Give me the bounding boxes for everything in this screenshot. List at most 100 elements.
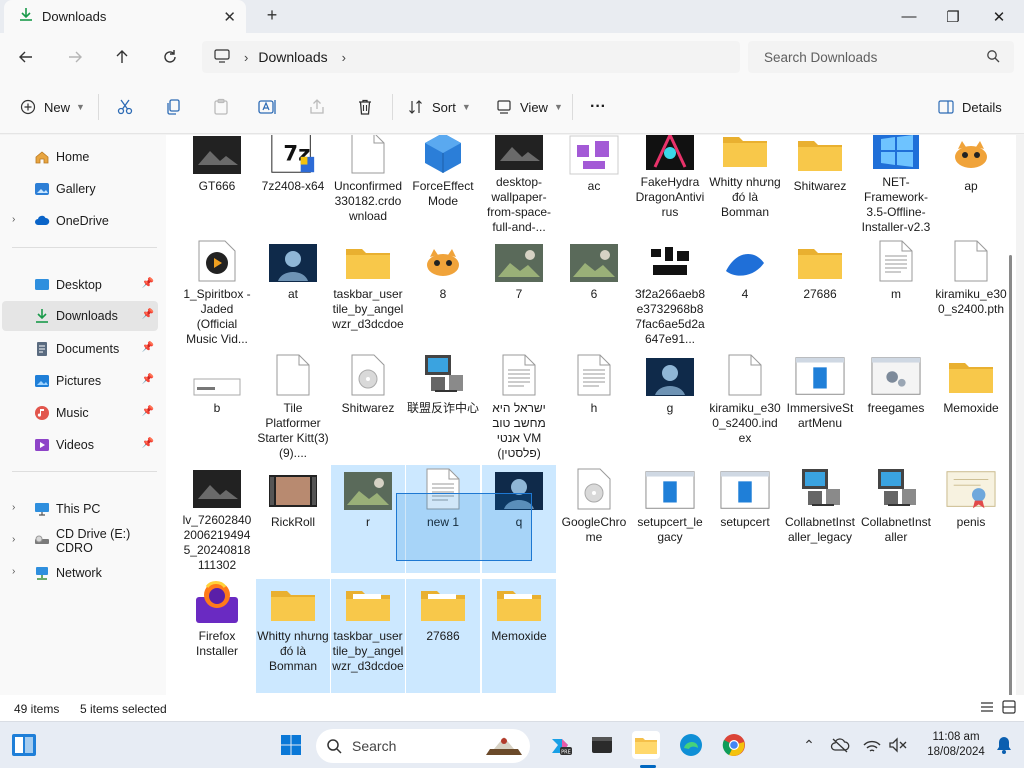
- file-item[interactable]: ישראל היא מחשב טוב אנטי VM (פלסטין): [482, 351, 556, 460]
- up-button[interactable]: [108, 43, 136, 71]
- tiles-view-toggle[interactable]: [1002, 700, 1016, 717]
- new-button[interactable]: New ▼: [20, 97, 85, 117]
- file-item[interactable]: CollabnetInstaller: [859, 465, 933, 573]
- system-clock[interactable]: 11:08 am 18/08/2024: [920, 730, 992, 760]
- chrome-button[interactable]: [720, 731, 748, 759]
- minimize-button[interactable]: —: [886, 0, 932, 33]
- file-item[interactable]: GT666: [180, 135, 254, 199]
- sidebar-item-cd-drive[interactable]: › CD Drive (E:) CDRO: [2, 526, 158, 556]
- file-item[interactable]: Memoxide: [934, 351, 1008, 459]
- chevron-right-icon[interactable]: ›: [12, 214, 15, 225]
- file-item[interactable]: ap: [934, 135, 1008, 199]
- rename-button[interactable]: [258, 97, 278, 117]
- pin-icon[interactable]: 📌: [142, 342, 154, 353]
- sidebar-item-documents[interactable]: Documents 📌: [2, 334, 158, 364]
- chevron-right-icon[interactable]: ›: [12, 534, 15, 545]
- file-item[interactable]: lv_7260284020062194945_20240818111302: [180, 465, 254, 573]
- file-item[interactable]: ac: [557, 135, 631, 199]
- copilot-button[interactable]: PRE: [546, 731, 574, 759]
- terminal-button[interactable]: [588, 731, 616, 759]
- sidebar-item-music[interactable]: Music 📌: [2, 398, 158, 428]
- share-button[interactable]: [308, 97, 326, 117]
- file-item[interactable]: Shitwarez: [331, 351, 405, 459]
- close-window-button[interactable]: ✕: [976, 0, 1022, 33]
- chevron-right-icon[interactable]: ›: [12, 566, 15, 577]
- file-item[interactable]: 4: [708, 237, 782, 347]
- file-item[interactable]: ForceEffect Mode: [406, 135, 480, 208]
- tab-close-button[interactable]: ✕: [223, 8, 236, 26]
- file-grid[interactable]: GT666 7z 7z2408-x64 Unconfirmed 330182.crdo…: [166, 135, 1016, 695]
- file-item[interactable]: NET-Framework-3.5-Offline-Installer-v2.3: [859, 135, 933, 234]
- sidebar-item-this-pc[interactable]: › This PC: [2, 494, 158, 524]
- file-item[interactable]: Whitty nhưng đó là Bomman: [708, 135, 782, 219]
- forward-button[interactable]: [61, 43, 89, 71]
- file-item[interactable]: penis: [934, 465, 1008, 573]
- file-item[interactable]: b: [180, 351, 254, 459]
- file-item[interactable]: desktop-wallpaper-from-space-full-and-..…: [482, 135, 556, 234]
- cut-button[interactable]: [116, 97, 134, 117]
- details-view-toggle[interactable]: [980, 700, 994, 717]
- more-options-button[interactable]: ···: [590, 97, 606, 117]
- address-bar[interactable]: › Downloads ›: [202, 41, 740, 73]
- file-item[interactable]: RickRoll: [256, 465, 330, 573]
- file-explorer-button[interactable]: [632, 731, 660, 759]
- sidebar-item-gallery[interactable]: Gallery: [2, 174, 158, 204]
- file-item[interactable]: 3f2a266aeb8e3732968b87fac6ae5d2a647e91..…: [633, 237, 707, 347]
- file-item[interactable]: kiramiku_e300_s2400.pth: [934, 237, 1008, 347]
- file-item-selected[interactable]: Whitty nhưng đó là Bomman: [256, 579, 330, 693]
- file-item[interactable]: Shitwarez: [783, 135, 857, 199]
- file-item[interactable]: at: [256, 237, 330, 347]
- sidebar-item-desktop[interactable]: Desktop 📌: [2, 270, 158, 300]
- file-item[interactable]: setupcert_legacy: [633, 465, 707, 573]
- file-item[interactable]: 1_Spiritbox - Jaded (Official Music Vid.…: [180, 237, 254, 347]
- file-item[interactable]: h: [557, 351, 631, 459]
- sidebar-item-downloads[interactable]: Downloads 📌: [2, 301, 158, 331]
- file-item[interactable]: 8: [406, 237, 480, 347]
- sidebar-item-pictures[interactable]: Pictures 📌: [2, 366, 158, 396]
- file-item[interactable]: 联盟反诈中心: [406, 351, 480, 459]
- file-item[interactable]: 6: [557, 237, 631, 347]
- sidebar-item-onedrive[interactable]: › OneDrive: [2, 206, 158, 236]
- pin-icon[interactable]: 📌: [142, 374, 154, 385]
- notifications-button[interactable]: [990, 731, 1018, 759]
- view-button[interactable]: View ▼: [496, 97, 563, 117]
- show-hidden-icons-button[interactable]: ⌃: [795, 731, 823, 759]
- file-item[interactable]: freegames: [859, 351, 933, 459]
- file-item[interactable]: 7z 7z2408-x64: [256, 135, 330, 199]
- details-button[interactable]: Details: [938, 97, 1002, 117]
- onedrive-tray-button[interactable]: [826, 731, 854, 759]
- file-item[interactable]: GoogleChrome: [557, 465, 631, 573]
- file-item[interactable]: g: [633, 351, 707, 459]
- sidebar-item-home[interactable]: Home: [2, 142, 158, 172]
- file-item-selected[interactable]: Memoxide: [482, 579, 556, 693]
- pin-icon[interactable]: 📌: [142, 309, 154, 320]
- file-item[interactable]: setupcert: [708, 465, 782, 573]
- start-button[interactable]: [277, 731, 305, 759]
- copy-button[interactable]: [164, 97, 182, 117]
- sidebar-item-videos[interactable]: Videos 📌: [2, 430, 158, 460]
- volume-tray-button[interactable]: [884, 731, 912, 759]
- taskbar-search-box[interactable]: Search: [316, 729, 530, 763]
- file-item[interactable]: CollabnetInstaller_legacy: [783, 465, 857, 573]
- vertical-scrollbar[interactable]: [1009, 255, 1012, 695]
- file-item[interactable]: Tile Platformer Starter Kitt(3)(9)....: [256, 351, 330, 460]
- file-item[interactable]: Unconfirmed 330182.crdownload: [331, 135, 405, 223]
- file-item[interactable]: 27686: [783, 237, 857, 347]
- chevron-right-icon[interactable]: ›: [342, 50, 346, 65]
- breadcrumb-downloads[interactable]: Downloads: [258, 49, 327, 65]
- file-item[interactable]: m: [859, 237, 933, 347]
- file-item-selected[interactable]: 27686: [406, 579, 480, 693]
- file-item-selected[interactable]: taskbar_usertile_by_angelwzr_d3dcdoe: [331, 579, 405, 693]
- file-item[interactable]: FakeHydra DragonAntivirus: [633, 135, 707, 219]
- file-item[interactable]: taskbar_usertile_by_angelwzr_d3dcdoe: [331, 237, 405, 347]
- file-item[interactable]: ImmersiveStartMenu: [783, 351, 857, 459]
- sort-button[interactable]: Sort ▼: [408, 97, 471, 117]
- pin-icon[interactable]: 📌: [142, 406, 154, 417]
- sidebar-item-network[interactable]: › Network: [2, 558, 158, 588]
- file-item-selected[interactable]: r: [331, 465, 405, 573]
- widgets-button[interactable]: [10, 731, 38, 759]
- file-item[interactable]: Firefox Installer: [180, 579, 254, 693]
- pin-icon[interactable]: 📌: [142, 438, 154, 449]
- file-item[interactable]: kiramiku_e300_s2400.index: [708, 351, 782, 459]
- paste-button[interactable]: [212, 97, 230, 117]
